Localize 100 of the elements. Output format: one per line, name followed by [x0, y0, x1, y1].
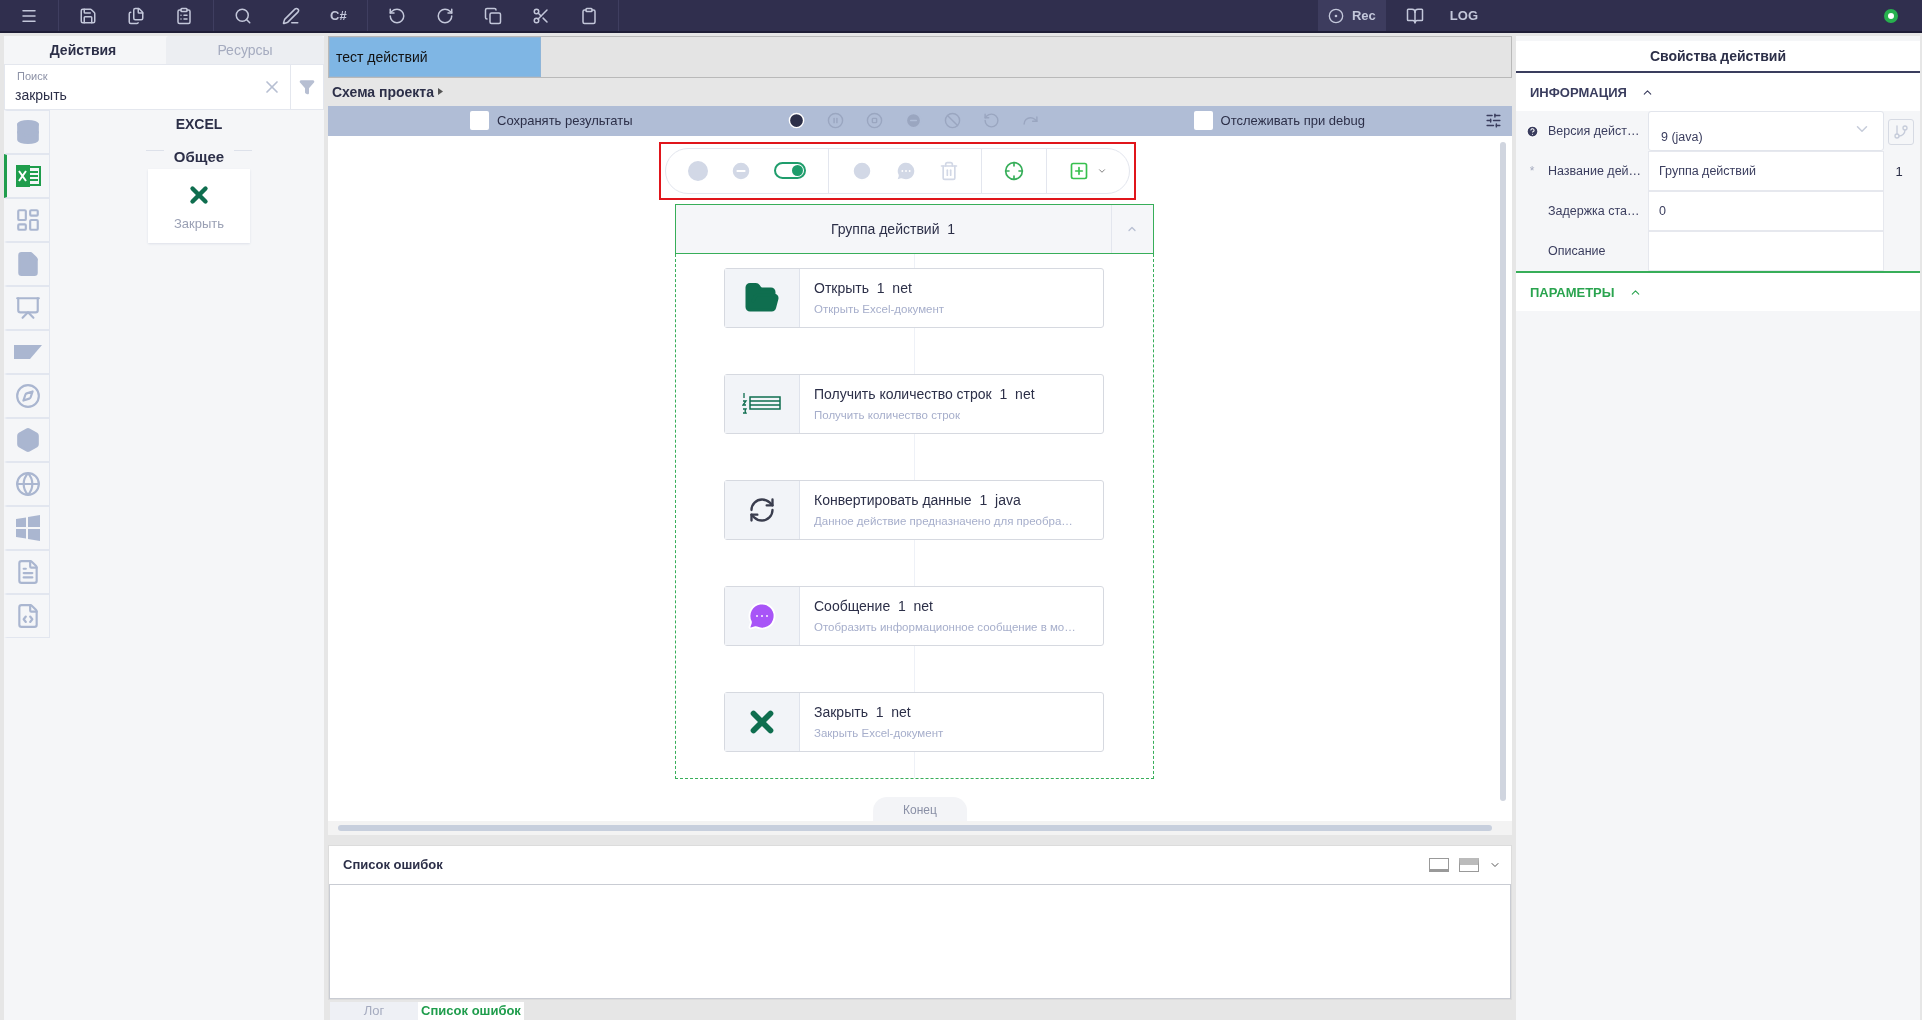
branch-icon: [1893, 124, 1909, 140]
minus-circle-icon: [730, 159, 752, 182]
category-tab[interactable]: [4, 154, 50, 198]
settings-button[interactable]: [1485, 112, 1502, 130]
clipboard-list-icon: [175, 6, 193, 25]
document-icon: [15, 251, 41, 277]
property-label: Версия дейст…: [1548, 123, 1641, 140]
group-title: Общее: [172, 148, 226, 165]
csharp-button[interactable]: C#: [324, 0, 353, 31]
code-file-icon: [15, 603, 41, 629]
refresh-icon: [748, 495, 776, 524]
run-button[interactable]: [851, 159, 873, 182]
play-button[interactable]: [787, 112, 805, 130]
property-field[interactable]: 0: [1648, 191, 1884, 231]
focus-button[interactable]: [1004, 160, 1024, 181]
globe-icon: [15, 471, 41, 497]
category-tab[interactable]: [4, 462, 50, 506]
branch-button[interactable]: [1888, 119, 1914, 145]
action-title: Сообщение 1 net: [814, 598, 934, 615]
scrollbar[interactable]: [1500, 141, 1506, 801]
files-icon: [127, 6, 145, 25]
pen-icon: [282, 6, 300, 25]
version-select[interactable]: 9 (java): [1648, 111, 1884, 151]
property-suffix: 1: [1894, 162, 1904, 181]
bottom-tab[interactable]: Список ошибок: [418, 1002, 524, 1020]
add-square-icon: [1069, 160, 1089, 181]
disable-button[interactable]: [730, 159, 752, 182]
record-button[interactable]: Rec: [1317, 0, 1386, 31]
spreadsheet-icon: [14, 162, 42, 190]
category-tab[interactable]: [4, 242, 50, 286]
action-card[interactable]: Получить количество строк 1 net Получить количество строк: [724, 373, 1104, 434]
category-tab[interactable]: [4, 330, 50, 374]
action-card[interactable]: Открыть 1 net Открыть Excel-документ: [724, 267, 1104, 328]
action-description: Получить количество строк: [814, 409, 961, 422]
action-description: Отобразить информационное сообщение в мо…: [814, 621, 1077, 634]
property-label: Название дей…: [1548, 163, 1643, 180]
scrollbar[interactable]: [338, 824, 1492, 831]
tag-icon: [14, 345, 42, 359]
category-tab[interactable]: [4, 418, 50, 462]
clipboard-icon: [579, 6, 598, 25]
undo-icon: [387, 6, 406, 25]
sliders-icon: [1485, 112, 1502, 130]
category-tab[interactable]: [4, 374, 50, 418]
play-icon: [787, 112, 805, 130]
property-label: Описание: [1548, 243, 1607, 260]
action-card[interactable]: Конвертировать данные 1 java Данное действие предназначено для преобра…: [724, 479, 1104, 540]
enable-toggle[interactable]: [774, 162, 806, 180]
windows-icon: [15, 515, 41, 541]
table-icon: [15, 207, 41, 233]
breakpoint-button[interactable]: [688, 160, 708, 181]
redo-icon: [435, 6, 454, 25]
section-title: EXCEL: [175, 116, 223, 132]
delete-button[interactable]: [939, 160, 959, 181]
group-header[interactable]: Группа действий 1: [674, 203, 1154, 254]
presentation-icon: [15, 295, 41, 321]
category-tab[interactable]: [4, 550, 50, 594]
end-node: Конец: [873, 796, 967, 821]
property-field[interactable]: Группа действий: [1648, 151, 1884, 191]
numbered-list-icon: [742, 390, 782, 417]
panel-title: Свойства действий: [1649, 48, 1787, 64]
log-button[interactable]: LOG: [1443, 0, 1484, 31]
action-title: Получить количество строк 1 net: [814, 386, 1036, 403]
text-document-icon: [15, 559, 41, 585]
property-field[interactable]: [1648, 231, 1884, 271]
category-tab[interactable]: [4, 286, 50, 330]
action-card[interactable]: Сообщение 1 net Отобразить информационное сообщение в мо…: [724, 585, 1104, 646]
breadcrumb[interactable]: Схема проекта: [332, 83, 434, 100]
action-description: Открыть Excel-документ: [814, 303, 946, 316]
dock-top-button[interactable]: [1459, 857, 1479, 872]
database-icon: [15, 119, 41, 145]
category-tab[interactable]: [4, 198, 50, 242]
debug-watch-checkbox[interactable]: Отслеживать при debug: [1193, 111, 1365, 131]
trash-icon: [939, 160, 959, 181]
caret-icon: [438, 88, 443, 96]
hexagon-icon: [15, 427, 41, 453]
dock-bottom-button[interactable]: [1429, 857, 1449, 872]
play-icon: [851, 159, 873, 182]
category-tab[interactable]: [4, 594, 50, 638]
action-card[interactable]: Закрыть 1 net Закрыть Excel-документ: [724, 691, 1104, 752]
add-block-button[interactable]: [1069, 160, 1107, 181]
action-description: Данное действие предназначено для преобра…: [814, 515, 1074, 528]
category-tab[interactable]: [4, 110, 50, 154]
document-tab[interactable]: тест действий: [329, 37, 541, 77]
action-title: Открыть 1 net: [814, 280, 913, 297]
comment-button[interactable]: [895, 159, 917, 182]
book-icon: [1405, 6, 1424, 25]
record-icon: [1327, 7, 1344, 24]
crosshair-icon: [1004, 160, 1024, 181]
copy-icon: [483, 6, 502, 25]
chat-bubble-icon: [895, 159, 917, 182]
panel-title: Список ошибок: [343, 857, 444, 872]
action-description: Закрыть Excel-документ: [814, 727, 945, 740]
search-icon: [234, 6, 252, 25]
category-tab[interactable]: [4, 506, 50, 550]
property-label: Задержка ста…: [1548, 203, 1641, 220]
action-title: Конвертировать данные 1 java: [814, 492, 1022, 509]
required-mark: *: [1529, 164, 1535, 178]
compass-icon: [15, 383, 41, 409]
save-results-checkbox[interactable]: Сохранять результаты: [470, 111, 633, 131]
scissors-icon: [531, 6, 550, 25]
